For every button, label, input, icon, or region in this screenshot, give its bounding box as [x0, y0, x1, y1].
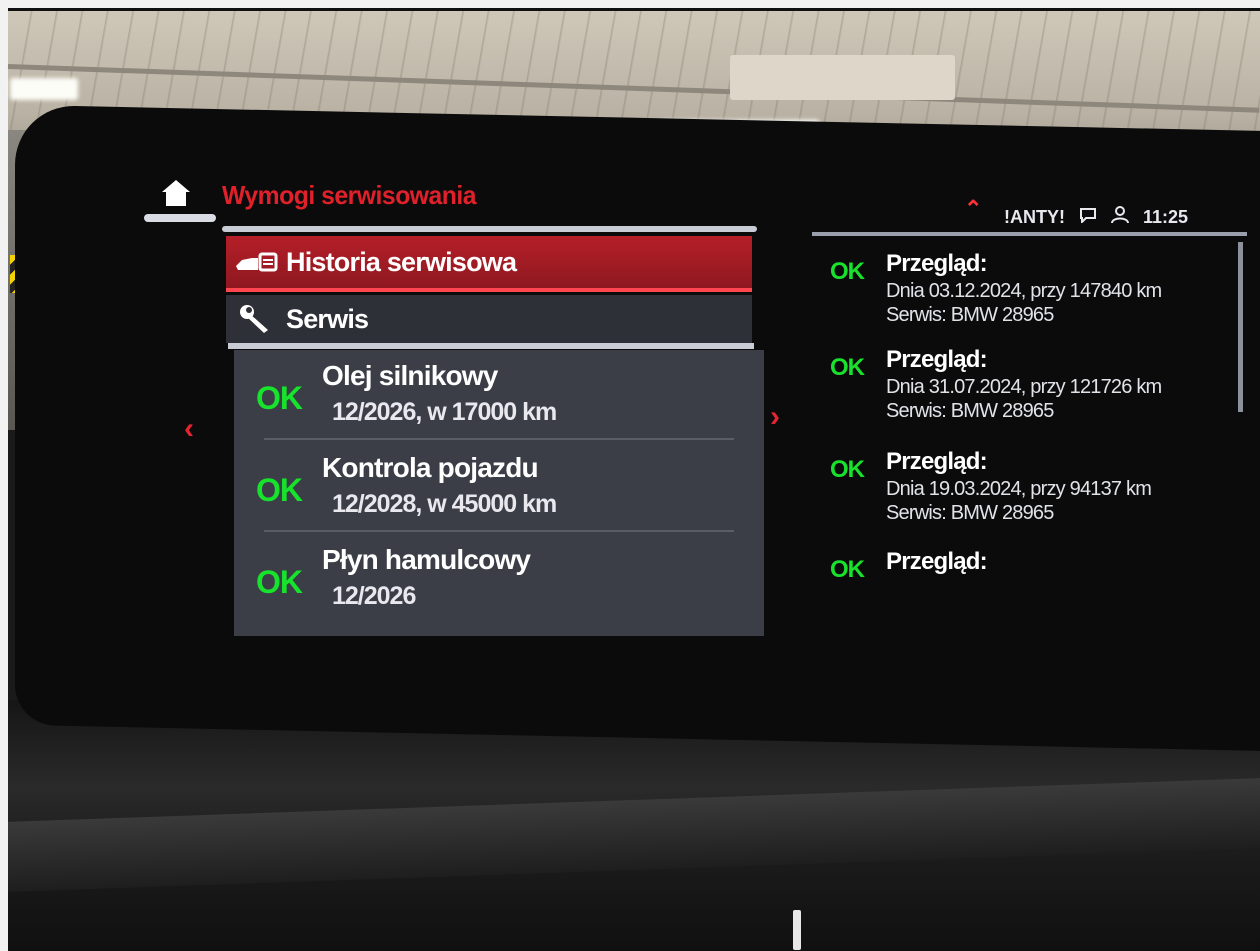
item-due: 12/2026, w 17000 km	[332, 398, 557, 426]
row-divider	[264, 438, 734, 440]
history-dealer: Serwis: BMW 28965	[886, 502, 1054, 524]
clock-time: 11:25	[1143, 206, 1189, 227]
chevron-left-icon[interactable]: ‹	[184, 412, 194, 446]
status-ok: OK	[256, 564, 303, 600]
history-title: Przegląd:	[886, 548, 988, 575]
item-due: 12/2028, w 45000 km	[332, 490, 557, 518]
history-title: Przegląd:	[886, 250, 988, 277]
status-ok: OK	[256, 380, 303, 416]
car-history-icon	[226, 250, 286, 274]
status-ok: OK	[256, 472, 303, 508]
network-label: !ANTY!	[1004, 206, 1065, 227]
history-title: Przegląd:	[886, 346, 988, 373]
wrench-icon	[226, 304, 286, 334]
status-ok: OK	[830, 354, 865, 381]
history-dealer: Serwis: BMW 28965	[886, 304, 1054, 326]
ceiling-light	[10, 78, 78, 100]
history-date: Dnia 31.07.2024, przy 121726 km	[886, 376, 1162, 398]
message-icon	[1079, 207, 1097, 228]
status-divider	[812, 232, 1247, 236]
item-name: Olej silnikowy	[322, 360, 498, 391]
menu-divider	[228, 343, 754, 349]
item-name: Płyn hamulcowy	[322, 544, 531, 575]
history-dealer: Serwis: BMW 28965	[886, 400, 1054, 422]
history-title: Przegląd:	[886, 448, 988, 475]
item-due: 12/2026	[332, 582, 416, 610]
title-divider	[222, 226, 757, 232]
status-ok: OK	[830, 456, 865, 483]
home-icon[interactable]	[160, 178, 192, 208]
scrollbar[interactable]	[1238, 242, 1243, 412]
status-ok: OK	[830, 258, 865, 285]
photo-border-left	[0, 0, 8, 951]
menu-item-service[interactable]: Serwis	[226, 295, 752, 343]
list-item[interactable]: OK Olej silnikowy 12/2026, w 17000 km	[234, 350, 764, 440]
item-name: Kontrola pojazdu	[322, 452, 539, 483]
dashboard-knob	[793, 910, 801, 950]
ceiling-duct	[730, 55, 955, 100]
history-date: Dnia 03.12.2024, przy 147840 km	[886, 280, 1162, 302]
menu-item-label: Historia serwisowa	[286, 246, 517, 277]
menu-item-label: Serwis	[286, 303, 369, 334]
home-underline	[144, 214, 216, 222]
list-item[interactable]: OK Płyn hamulcowy 12/2026	[234, 534, 764, 624]
service-items-list: OK Olej silnikowy 12/2026, w 17000 km OK…	[234, 350, 764, 636]
menu-item-service-history[interactable]: Historia serwisowa	[226, 236, 752, 292]
user-icon	[1111, 205, 1129, 229]
photo-border-top	[0, 0, 1260, 11]
list-item[interactable]: OK Kontrola pojazdu 12/2028, w 45000 km	[234, 442, 764, 532]
page-title: Wymogi serwisowania	[222, 180, 477, 210]
row-divider	[264, 530, 734, 532]
status-bar: !ANTY! 11:25	[960, 202, 1188, 232]
list-fade	[820, 580, 1240, 600]
chevron-right-icon[interactable]: ›	[770, 400, 780, 434]
history-date: Dnia 19.03.2024, przy 94137 km	[886, 478, 1152, 500]
